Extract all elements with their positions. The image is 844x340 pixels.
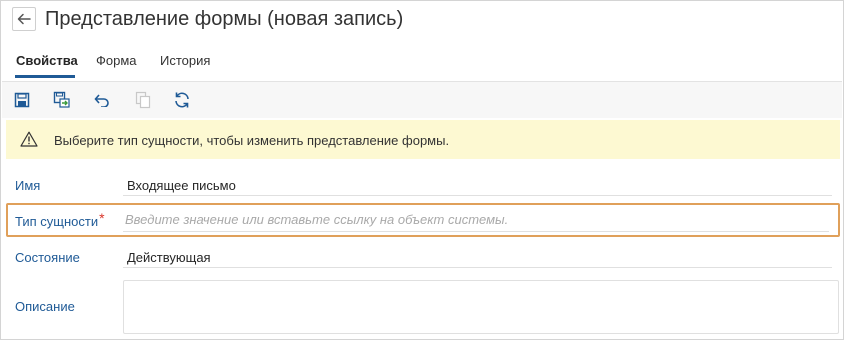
entity-type-underline (123, 231, 829, 232)
refresh-button[interactable] (172, 90, 192, 110)
copy-button[interactable] (133, 90, 153, 110)
description-textarea[interactable] (123, 280, 839, 334)
header: Представление формы (новая запись) (12, 7, 403, 31)
state-underline (123, 267, 832, 268)
toolbar (2, 82, 842, 118)
back-button[interactable] (12, 7, 36, 31)
arrow-left-icon (17, 13, 31, 25)
tab-properties[interactable]: Свойства (16, 53, 78, 68)
page-title: Представление формы (новая запись) (45, 7, 404, 30)
copy-icon (135, 91, 151, 109)
save-and-close-button[interactable] (52, 90, 72, 110)
undo-icon (94, 94, 109, 107)
active-tab-indicator (15, 75, 75, 78)
entity-type-label: Тип сущности* (15, 210, 105, 229)
state-value[interactable]: Действующая (127, 250, 211, 265)
refresh-icon (175, 92, 189, 108)
tab-history[interactable]: История (160, 53, 210, 68)
name-value[interactable]: Входящее письмо (127, 178, 236, 193)
warning-triangle-icon (20, 131, 38, 147)
undo-button[interactable] (92, 90, 112, 110)
save-button[interactable] (12, 90, 32, 110)
warning-banner: Выберите тип сущности, чтобы изменить пр… (6, 120, 840, 159)
tab-form[interactable]: Форма (96, 53, 137, 68)
name-label: Имя (15, 178, 41, 193)
warning-text: Выберите тип сущности, чтобы изменить пр… (54, 133, 450, 148)
save-icon (14, 92, 30, 108)
description-label: Описание (15, 299, 75, 314)
name-underline (123, 195, 832, 196)
entity-type-label-text: Тип сущности (15, 214, 99, 229)
tab-bar: Свойства Форма История (1, 47, 844, 81)
state-label: Состояние (15, 250, 80, 265)
form-window: Представление формы (новая запись) Свойс… (0, 0, 844, 340)
entity-type-input[interactable] (123, 207, 833, 231)
save-and-close-icon (53, 91, 70, 108)
required-mark: * (99, 210, 105, 226)
